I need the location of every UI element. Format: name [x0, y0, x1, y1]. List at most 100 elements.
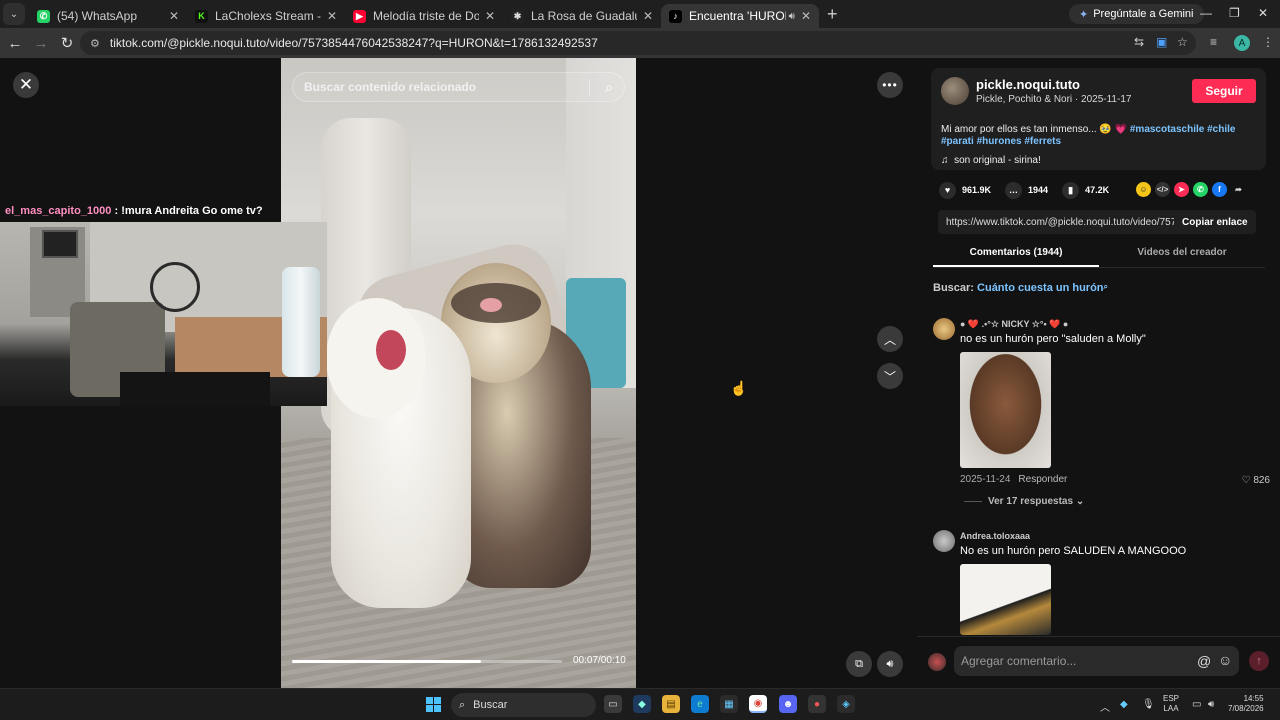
author-avatar[interactable] — [941, 77, 969, 105]
reading-list-icon[interactable]: ≡ — [1210, 35, 1217, 49]
menu-icon[interactable]: ⋮ — [1262, 35, 1274, 49]
tab-title: La Rosa de Guadalupe: capítulo — [531, 9, 637, 23]
copy-link-button[interactable]: Copiar enlace — [1174, 217, 1248, 228]
tray-chevron-icon[interactable]: ︿ — [1100, 699, 1110, 714]
heart-icon[interactable]: ♥ — [939, 181, 956, 199]
share-link[interactable]: https://www.tiktok.com/@pickle.noqui.tut… — [938, 217, 1174, 228]
close-window-icon[interactable]: ✕ — [1258, 6, 1268, 20]
edge-icon[interactable]: e — [691, 695, 709, 713]
facebook-icon[interactable]: f — [1212, 182, 1227, 197]
close-tab-icon[interactable]: ✕ — [169, 9, 179, 23]
comment-likes[interactable]: ♡ 826 — [1242, 475, 1270, 486]
view-replies-button[interactable]: Ver 17 respuestas ⌄ — [964, 496, 1084, 507]
close-button[interactable]: ✕ — [13, 72, 39, 98]
gemini-button[interactable]: ✦ Pregúntale a Gemini — [1069, 4, 1204, 24]
profile-avatar[interactable]: A — [1234, 35, 1250, 51]
comment-action[interactable]: … 1944 — [1005, 181, 1048, 199]
bookmark-star-icon[interactable]: ☆ — [1177, 35, 1188, 49]
friends-share-icon[interactable]: ☺ — [1136, 182, 1151, 197]
cast-icon[interactable]: ▣ — [1156, 35, 1167, 49]
forward-icon[interactable]: → — [30, 35, 52, 52]
comment-text: no es un hurón pero "saluden a Molly" — [960, 333, 1146, 345]
display-icon[interactable]: ▭ — [1192, 699, 1201, 710]
speaker-icon[interactable]: 🔊︎ — [789, 11, 795, 22]
save-count: 47.2K — [1085, 185, 1110, 195]
reply-button[interactable]: Responder — [1018, 474, 1067, 485]
task-view-icon[interactable]: ▭ — [604, 695, 622, 713]
emoji-icon[interactable]: ☺ — [1218, 652, 1232, 668]
volume-icon[interactable]: 🔊︎ — [1208, 699, 1214, 710]
next-video-button[interactable]: ﹀ — [877, 363, 903, 389]
site-info-icon[interactable]: ⚙ — [90, 37, 100, 50]
tab-comments[interactable]: Comentarios (1944) — [933, 242, 1099, 267]
comment-date: 2025-11-24 — [960, 474, 1011, 485]
related-search-input[interactable]: Buscar contenido relacionado ⌕ — [292, 72, 625, 102]
comment-icon[interactable]: … — [1005, 181, 1023, 199]
file-explorer-icon[interactable]: ▤ — [662, 695, 680, 713]
taskbar-search[interactable]: ⌕ Buscar — [451, 693, 596, 717]
volume-button[interactable]: 🔊︎ — [877, 651, 903, 677]
mention-icon[interactable]: @ — [1197, 653, 1211, 669]
video-progress-bar[interactable] — [292, 660, 562, 663]
video-progress-fill — [292, 660, 481, 663]
embed-icon[interactable]: </> — [1155, 182, 1170, 197]
url-field[interactable]: ⚙ tiktok.com/@pickle.noqui.tuto/video/75… — [80, 31, 1196, 55]
heart-outline-icon[interactable]: ♡ — [1242, 475, 1251, 486]
like-action[interactable]: ♥ 961.9K — [939, 181, 991, 199]
previous-video-button[interactable]: ︿ — [877, 326, 903, 352]
stream-chat-message: el_mas_capito_1000 : !mura Andreita Go o… — [5, 205, 263, 217]
tab-whatsapp[interactable]: ✆ (54) WhatsApp ✕ — [29, 4, 187, 28]
tab-kick-stream[interactable]: K LaCholexs Stream - Watch Live ✕ — [187, 4, 345, 28]
follow-button[interactable]: Seguir — [1192, 79, 1256, 103]
back-icon[interactable]: ← — [4, 35, 26, 52]
tab-tiktok[interactable]: ♪ Encuentra 'HURON' en TikTok 🔊︎ ✕ — [661, 4, 819, 28]
reload-icon[interactable]: ↻ — [56, 34, 78, 52]
tab-creator-videos[interactable]: Videos del creador — [1099, 242, 1265, 267]
comment-meta: 2025-11-24 Responder — [960, 474, 1067, 485]
microphone-icon[interactable]: 🎙︎ — [1142, 699, 1155, 710]
store-icon[interactable]: ▦ — [720, 695, 738, 713]
commenter-name[interactable]: Andrea.toloxaaa — [960, 531, 1030, 541]
close-tab-icon[interactable]: ✕ — [801, 9, 811, 23]
commenter-avatar[interactable] — [933, 318, 955, 340]
tab-rosa-guadalupe[interactable]: ✱ La Rosa de Guadalupe: capítulo ✕ — [503, 4, 661, 28]
tab-youtube[interactable]: ▶ Melodía triste de Don Gilberto ✕ — [345, 4, 503, 28]
windows-start-icon[interactable] — [426, 697, 441, 712]
widgets-icon[interactable]: ◆ — [633, 695, 651, 713]
more-options-button[interactable]: ••• — [877, 72, 903, 98]
minimize-icon[interactable]: — — [1200, 6, 1212, 20]
whatsapp-share-icon[interactable]: ✆ — [1193, 182, 1208, 197]
save-action[interactable]: ▮ 47.2K — [1062, 181, 1110, 199]
mouse-cursor-icon: ☝ — [730, 380, 748, 396]
video-player[interactable]: Buscar contenido relacionado ⌕ 00:07/00:… — [281, 58, 636, 688]
tab-search-button[interactable]: ⌄ — [3, 3, 25, 25]
commenter-name[interactable]: ● ❤️ .•°☆ NICKY ☆°• ❤️ ● — [960, 319, 1068, 330]
send-icon[interactable]: ➤ — [1174, 182, 1189, 197]
new-tab-button[interactable]: + — [827, 4, 838, 25]
bookmark-icon[interactable]: ▮ — [1062, 181, 1080, 199]
comment-lizard-image[interactable] — [960, 564, 1051, 635]
picture-in-picture-button[interactable]: ⧉ — [846, 651, 872, 677]
search-icon[interactable]: ⌕ — [605, 79, 613, 96]
translate-icon[interactable]: ⇆ — [1134, 35, 1144, 49]
share-arrow-icon[interactable]: ➦ — [1231, 182, 1246, 197]
music-line[interactable]: ♫ son original - sirina! — [941, 155, 1041, 166]
chrome-icon[interactable]: ◉ — [749, 695, 767, 713]
send-comment-button[interactable]: ↑ — [1249, 651, 1269, 671]
tab-title: LaCholexs Stream - Watch Live — [215, 9, 321, 23]
suggested-search-link[interactable]: Cuánto cuesta un hurón — [977, 282, 1104, 294]
commenter-avatar[interactable] — [933, 530, 955, 552]
comment-dog-image[interactable] — [960, 352, 1051, 468]
app-icon[interactable]: ◈ — [837, 695, 855, 713]
network-app-icon[interactable]: ◆ — [1120, 699, 1128, 710]
language-indicator[interactable]: ESP LAA — [1163, 694, 1179, 714]
close-tab-icon[interactable]: ✕ — [643, 9, 653, 23]
restore-icon[interactable]: ❐ — [1229, 6, 1240, 20]
close-tab-icon[interactable]: ✕ — [327, 9, 337, 23]
author-username[interactable]: pickle.noqui.tuto — [976, 77, 1080, 92]
close-tab-icon[interactable]: ✕ — [485, 9, 495, 23]
discord-icon[interactable]: ☻ — [779, 695, 797, 713]
app-icon[interactable]: ● — [808, 695, 826, 713]
suggested-search: Buscar: Cuánto cuesta un hurón⌕ — [933, 282, 1108, 294]
system-clock[interactable]: 14:55 7/08/2026 — [1228, 694, 1264, 714]
